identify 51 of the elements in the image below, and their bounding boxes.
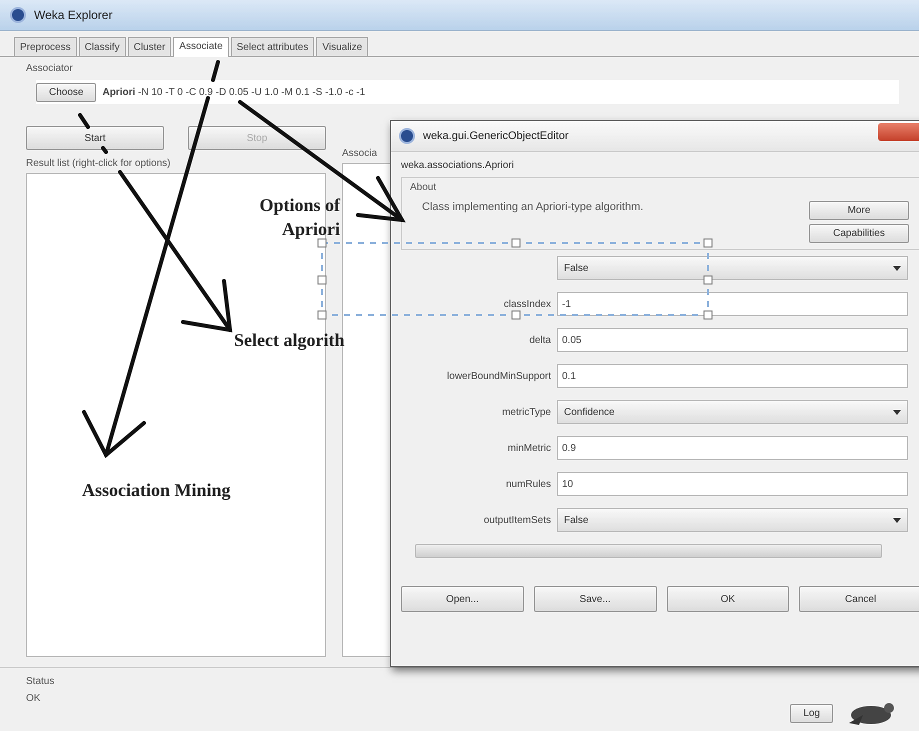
tab[interactable]: Visualize: [316, 37, 368, 56]
property-field[interactable]: 10: [557, 472, 908, 496]
app-icon: [399, 128, 415, 144]
horizontal-scrollbar[interactable]: [415, 544, 882, 558]
property-field[interactable]: 0.05: [557, 328, 908, 352]
class-name: weka.associations.Apriori: [401, 160, 515, 171]
group-label: Associator: [26, 63, 74, 74]
tab[interactable]: Cluster: [128, 37, 172, 56]
about-button[interactable]: More: [809, 201, 909, 220]
dialog-button[interactable]: Save...: [534, 586, 656, 612]
tab[interactable]: Classify: [78, 37, 126, 56]
tab[interactable]: Associate: [173, 37, 229, 57]
dialog-button[interactable]: Open...: [401, 586, 524, 612]
tab[interactable]: Select attributes: [230, 37, 314, 56]
log-button[interactable]: Log: [790, 704, 833, 723]
property-field[interactable]: 0.9: [557, 436, 908, 460]
window-title: Weka Explorer: [34, 8, 112, 22]
property-dropdown[interactable]: Confidence: [557, 400, 908, 424]
property-dropdown[interactable]: False: [557, 508, 908, 532]
close-button[interactable]: [878, 123, 919, 141]
output-label: Associa: [342, 148, 378, 159]
about-label: About: [410, 182, 438, 193]
tab[interactable]: Preprocess: [14, 37, 77, 56]
property-label: outputItemSets: [482, 514, 551, 526]
property-label: minMetric: [506, 442, 551, 454]
caret-icon: [893, 266, 901, 270]
dialog-button[interactable]: OK: [666, 586, 790, 612]
about-text: Class implementing an Apriori-type algorithm.: [422, 201, 644, 213]
annotation-label: Select algorith: [234, 330, 344, 351]
property-label: metricType: [501, 406, 551, 418]
run-button[interactable]: Start: [26, 126, 164, 150]
result-list-label: Result list (right-click for options): [26, 158, 172, 169]
annotation-label: Association Mining: [82, 480, 231, 501]
property-label: classIndex: [502, 298, 551, 310]
status-label: Status: [26, 676, 56, 687]
associator-command: Apriori -N 10 -T 0 -C 0.9 -D 0.05 -U 1.0 -M 0.1 -S -1.0 -c -1: [102, 86, 366, 98]
app-icon: [10, 7, 26, 23]
annotation-label: Options of Apriori: [258, 194, 340, 242]
property-label: numRules: [504, 478, 551, 490]
status-text: OK: [26, 693, 42, 704]
dialog-title: weka.gui.GenericObjectEditor: [423, 130, 569, 142]
property-label: lowerBoundMinSupport: [446, 370, 551, 382]
caret-icon: [893, 410, 901, 414]
property-label: delta: [528, 334, 551, 346]
dialog-button[interactable]: Cancel: [799, 586, 919, 612]
choose-button[interactable]: Choose: [36, 82, 96, 102]
property-field[interactable]: 0.1: [557, 364, 908, 388]
property-dropdown[interactable]: False: [557, 256, 908, 280]
property-field[interactable]: -1: [557, 292, 908, 316]
caret-icon: [893, 518, 901, 522]
about-button[interactable]: Capabilities: [809, 224, 909, 243]
